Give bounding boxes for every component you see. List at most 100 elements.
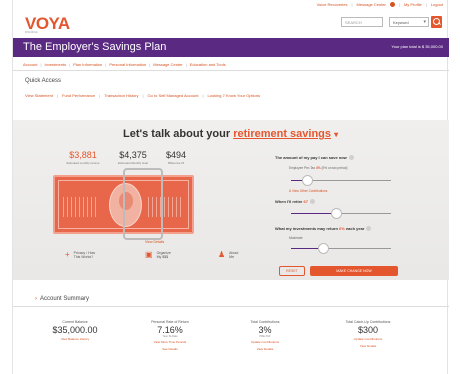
about-me-action[interactable]: ♟ About Me (218, 250, 239, 260)
metric-value: $35,000.00 (52, 325, 98, 335)
retire-age-slider[interactable] (291, 208, 391, 219)
nav-message-center[interactable]: Message Center (153, 62, 182, 67)
nav-investments[interactable]: Investments (45, 62, 67, 67)
chevron-down-icon[interactable]: ▾ (334, 130, 338, 139)
save-amount-value[interactable]: 3% (316, 166, 321, 170)
quick-access-title: Quick Access (25, 78, 62, 84)
util-link-logout[interactable]: Logout (431, 2, 443, 7)
notification-badge-icon[interactable] (389, 2, 395, 7)
stat-value: $494 (165, 150, 187, 160)
metric-sub: PRE-TAX (259, 335, 271, 338)
nav-education-tools[interactable]: Education and Tools (190, 62, 226, 67)
divider: | (185, 62, 187, 67)
slider-handle[interactable] (331, 208, 342, 219)
make-change-now-button[interactable]: MAKE CHANGE NOW (310, 266, 398, 276)
hero-heading: Let's talk about your retirement savings… (123, 128, 338, 140)
divider (13, 306, 449, 307)
metric-label: Personal Rate of Return (151, 320, 189, 324)
account-summary-toggle[interactable]: › Account Summary (35, 296, 89, 302)
retire-age-label: When I'll retire 67 (275, 199, 315, 205)
divider: | (425, 2, 427, 7)
slider-handle[interactable] (318, 243, 329, 254)
action-label: About Me (229, 251, 239, 260)
investment-return-value[interactable]: 6% (339, 226, 345, 231)
utility-bar: Voice Recoveries | Message Center | My P… (317, 2, 443, 7)
slider-handle[interactable] (302, 175, 313, 186)
search-button[interactable] (431, 16, 442, 28)
plan-title: The Employer's Savings Plan (23, 41, 167, 53)
bill-pattern (63, 197, 99, 217)
search-input[interactable]: SEARCH (341, 17, 383, 27)
divider: | (351, 2, 353, 7)
stat-monthly-goal: $4,375 Estimated Monthly Goal (111, 150, 155, 165)
retire-age-value[interactable]: 67 (304, 199, 308, 204)
stat-value: $4,375 (119, 150, 147, 160)
save-amount-slider[interactable] (291, 175, 391, 186)
metric-link[interactable]: View Details (325, 344, 411, 349)
info-icon[interactable] (309, 199, 315, 205)
hero-topic-dropdown[interactable]: retirement savings (233, 128, 331, 140)
main-nav: Account | Investments | Plan Information… (23, 62, 226, 67)
metric-current-balance: Current Balance $35,000.00 View Balance … (40, 320, 110, 345)
qa-self-managed-account[interactable]: Go to Self Managed Account (148, 93, 199, 98)
stat-label: Difference Of (167, 161, 185, 165)
metric-link[interactable]: View More Time Periods (135, 340, 205, 345)
divider: | (40, 62, 42, 67)
metric-catch-up-contributions: Total Catch-Up Contributions $300 Update… (325, 320, 411, 349)
reset-button[interactable]: RESET (279, 266, 305, 276)
metric-sub: Year-To-Date (162, 335, 178, 338)
page: Voice Recoveries | Message Center | My P… (12, 0, 449, 374)
view-other-contributions-link[interactable]: & View Other Contributions (289, 189, 327, 193)
metric-link[interactable]: View Balance History (40, 337, 110, 342)
privacy-how-it-works-action[interactable]: + Privacy / How This Works? (65, 250, 96, 260)
nav-account[interactable]: Account (23, 62, 37, 67)
qa-know-your-options[interactable]: Looking 7 Know Your Options (208, 93, 260, 98)
metric-personal-rate-of-return: Personal Rate of Return 7.16% Year-To-Da… (135, 320, 205, 352)
organize-money-action[interactable]: ▣ Organize My $$$ (145, 250, 171, 260)
util-link-voice[interactable]: Voice Recoveries (317, 2, 348, 7)
divider: | (56, 93, 58, 98)
metric-link[interactable]: Update Contributions (230, 340, 300, 345)
wallet-icon: ▣ (145, 250, 153, 260)
metric-total-contributions: Total Contributions 3% PRE-TAX Update Co… (230, 320, 300, 352)
divider: | (105, 62, 107, 67)
info-icon[interactable] (366, 226, 372, 232)
divider: | (398, 2, 400, 7)
nav-plan-information[interactable]: Plan Information (73, 62, 102, 67)
metric-link[interactable]: View Details (230, 347, 300, 352)
qa-view-statement[interactable]: View Statement (25, 93, 53, 98)
investment-return-label: What my investments may return 6% each y… (275, 226, 372, 232)
chevron-right-icon: › (35, 296, 37, 302)
info-icon[interactable] (348, 155, 354, 161)
save-amount-detail: Employee Pre-Tax 3% (5% on tax period) (289, 166, 348, 170)
investment-return-slider[interactable] (291, 243, 391, 254)
metric-link[interactable]: See Details (135, 347, 205, 352)
metric-value: 3% (258, 325, 272, 335)
stat-monthly-income: $3,881 Estimated monthly income (63, 150, 103, 165)
plus-icon: + (65, 250, 70, 260)
logo-subtitle: FINANCIAL (25, 31, 39, 34)
divider: | (69, 62, 71, 67)
util-link-message-center[interactable]: Message Center (357, 2, 386, 7)
save-amount-label: The amount of my pay I can save now (275, 155, 354, 161)
stat-label: Estimated monthly income (66, 161, 100, 165)
action-label: Organize My $$$ (156, 251, 171, 260)
util-link-profile[interactable]: My Profile (404, 2, 422, 7)
action-label: Privacy / How This Works? (73, 251, 96, 260)
qa-fund-performance[interactable]: Fund Performance (62, 93, 95, 98)
person-icon: ♟ (218, 250, 226, 260)
metric-value: $300 (357, 325, 379, 335)
metric-value: 7.16% (157, 325, 183, 335)
nav-personal-information[interactable]: Personal Information (109, 62, 146, 67)
search-scope-select[interactable]: Keyword (389, 17, 429, 27)
plan-total: Your plan total is $ 35,000.00 (391, 44, 443, 49)
stat-difference: $494 Difference Of (159, 150, 193, 165)
view-details-link[interactable]: View Details (145, 240, 164, 244)
metric-label: Current Balance (62, 320, 88, 324)
slider-fill (291, 213, 336, 214)
metric-link[interactable]: Update Contributions (325, 337, 411, 342)
risk-level-label: Moderate (289, 236, 303, 240)
account-summary-title: Account Summary (40, 296, 90, 302)
qa-transaction-history[interactable]: Transaction History (104, 93, 138, 98)
divider: | (142, 93, 144, 98)
